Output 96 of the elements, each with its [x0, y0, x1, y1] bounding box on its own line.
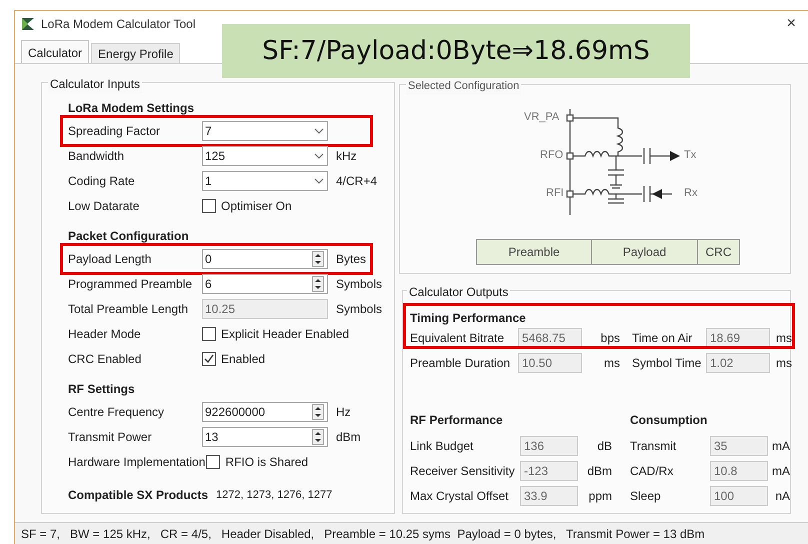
app-logo-icon	[21, 17, 35, 31]
readonly-field: 136	[520, 436, 578, 456]
checkbox-label[interactable]: Explicit Header Enabled	[221, 324, 350, 342]
spinner-icon[interactable]	[312, 250, 324, 266]
field-label: CRC Enabled	[68, 350, 142, 368]
unit-label: ms	[775, 330, 792, 346]
close-button[interactable]: ×	[780, 16, 802, 32]
checkbox[interactable]	[206, 454, 220, 468]
field-label: Spreading Factor	[68, 122, 162, 140]
chevron-icon	[314, 152, 324, 158]
packet-segment: Preamble	[476, 239, 592, 265]
status-bar: SF = 7, BW = 125 kHz, CR = 4/5, Header Disabled, Preamble = 10.25 syms Payload = 0 bytes, Transmit Power = 13 dBm	[15, 522, 808, 544]
unit-label: ms	[603, 354, 620, 372]
pin-label: VR_PA	[524, 110, 560, 125]
dropdown[interactable]: 125	[202, 146, 328, 166]
readonly-field: -123	[520, 460, 578, 480]
field-label: Transmit Power	[68, 428, 153, 446]
unit-label: dBm	[586, 462, 612, 480]
checkbox-label[interactable]: RFIO is Shared	[225, 452, 308, 470]
spin-box[interactable]: 13	[202, 426, 328, 446]
unit-label: dBm	[336, 428, 361, 446]
packet-segment: Payload	[592, 239, 698, 265]
field-label: Link Budget	[410, 438, 474, 454]
pin-label: RFO	[540, 148, 564, 163]
field-label: Equivalent Bitrate	[410, 330, 506, 346]
dropdown[interactable]: 7	[202, 120, 328, 140]
field-label: Bandwidth	[68, 148, 126, 164]
chevron-icon	[314, 178, 324, 184]
checkbox-label[interactable]: Optimiser On	[221, 196, 292, 214]
readonly-field: 33.9	[520, 486, 578, 506]
field-label: CAD/Rx	[630, 462, 674, 480]
unit-label: nA	[774, 488, 790, 504]
pin-label: RFI	[546, 186, 564, 201]
section-heading: Consumption	[630, 412, 708, 429]
field-label: Programmed Preamble	[68, 276, 194, 292]
product-list: 1272, 1273, 1276, 1277	[216, 488, 332, 502]
tab[interactable]: Energy Profile	[91, 43, 180, 63]
chevron-icon	[314, 128, 324, 134]
section-heading: LoRa Modem Settings	[68, 101, 194, 115]
checkbox[interactable]	[202, 352, 216, 366]
spin-box[interactable]: 922600000	[202, 402, 328, 422]
section-heading: Packet Configuration	[68, 229, 189, 243]
readonly-field: 10.25	[202, 298, 328, 318]
unit-label: ppm	[588, 488, 612, 504]
field-label: Receiver Sensitivity	[410, 462, 516, 480]
spinner-icon[interactable]	[312, 428, 324, 444]
packet-segment: CRC	[698, 239, 740, 265]
unit-label: Symbols	[336, 300, 382, 318]
checkbox-label[interactable]: Enabled	[221, 350, 266, 368]
section-heading: Timing Performance	[410, 310, 527, 325]
signal-label: Rx	[684, 186, 698, 201]
unit-label: kHz	[336, 148, 357, 164]
unit-label: bps	[600, 330, 620, 346]
signal-label: Tx	[684, 148, 696, 163]
section-heading: RF Performance	[410, 412, 504, 429]
caption-banner: SF:7/Payload:0Byte⇒18.69mS	[222, 24, 690, 78]
section-heading: RF Settings	[68, 382, 135, 396]
spin-box[interactable]: 0	[202, 248, 328, 268]
section-heading: Compatible SX Products	[68, 488, 208, 502]
unit-label: dB	[596, 438, 612, 454]
field-label: Preamble Duration	[410, 354, 512, 372]
unit-label: Bytes	[336, 250, 366, 268]
readonly-field: 100	[710, 486, 768, 506]
unit-label: mA	[771, 438, 790, 454]
readonly-field: 1.02	[706, 352, 770, 372]
readonly-field: 10.50	[518, 352, 582, 372]
checkbox[interactable]	[202, 326, 216, 340]
readonly-field: 18.69	[706, 328, 770, 348]
unit-label: Hz	[336, 404, 351, 420]
field-label: Sleep	[630, 488, 662, 504]
field-label: Symbol Time	[632, 354, 702, 372]
spinner-icon[interactable]	[312, 404, 324, 420]
checkbox[interactable]	[202, 198, 216, 212]
dropdown[interactable]: 1	[202, 170, 328, 190]
spinner-icon[interactable]	[312, 276, 324, 292]
field-label: Time on Air	[632, 330, 694, 346]
field-label: Transmit	[630, 438, 678, 454]
readonly-field: 5468.75	[518, 328, 582, 348]
unit-label: Symbols	[336, 276, 382, 292]
readonly-field: 35	[710, 436, 768, 456]
field-label: Payload Length	[68, 250, 152, 268]
field-label: Max Crystal Offset	[410, 488, 510, 504]
unit-label: 4/CR+4	[336, 172, 378, 190]
field-label: Coding Rate	[68, 172, 136, 190]
field-label: Hardware Implementation	[68, 454, 206, 470]
unit-label: mA	[771, 462, 790, 480]
field-label: Low Datarate	[68, 198, 140, 214]
field-label: Total Preamble Length	[68, 300, 190, 318]
unit-label: ms	[775, 354, 792, 372]
readonly-field: 10.8	[710, 460, 768, 480]
tab[interactable]: Calculator	[21, 40, 90, 64]
field-label: Centre Frequency	[68, 404, 166, 420]
spin-box[interactable]: 6	[202, 274, 328, 294]
field-label: Header Mode	[68, 326, 142, 342]
group-title: Selected Configuration	[406, 78, 522, 94]
window-title: LoRa Modem Calculator Tool	[41, 16, 196, 33]
